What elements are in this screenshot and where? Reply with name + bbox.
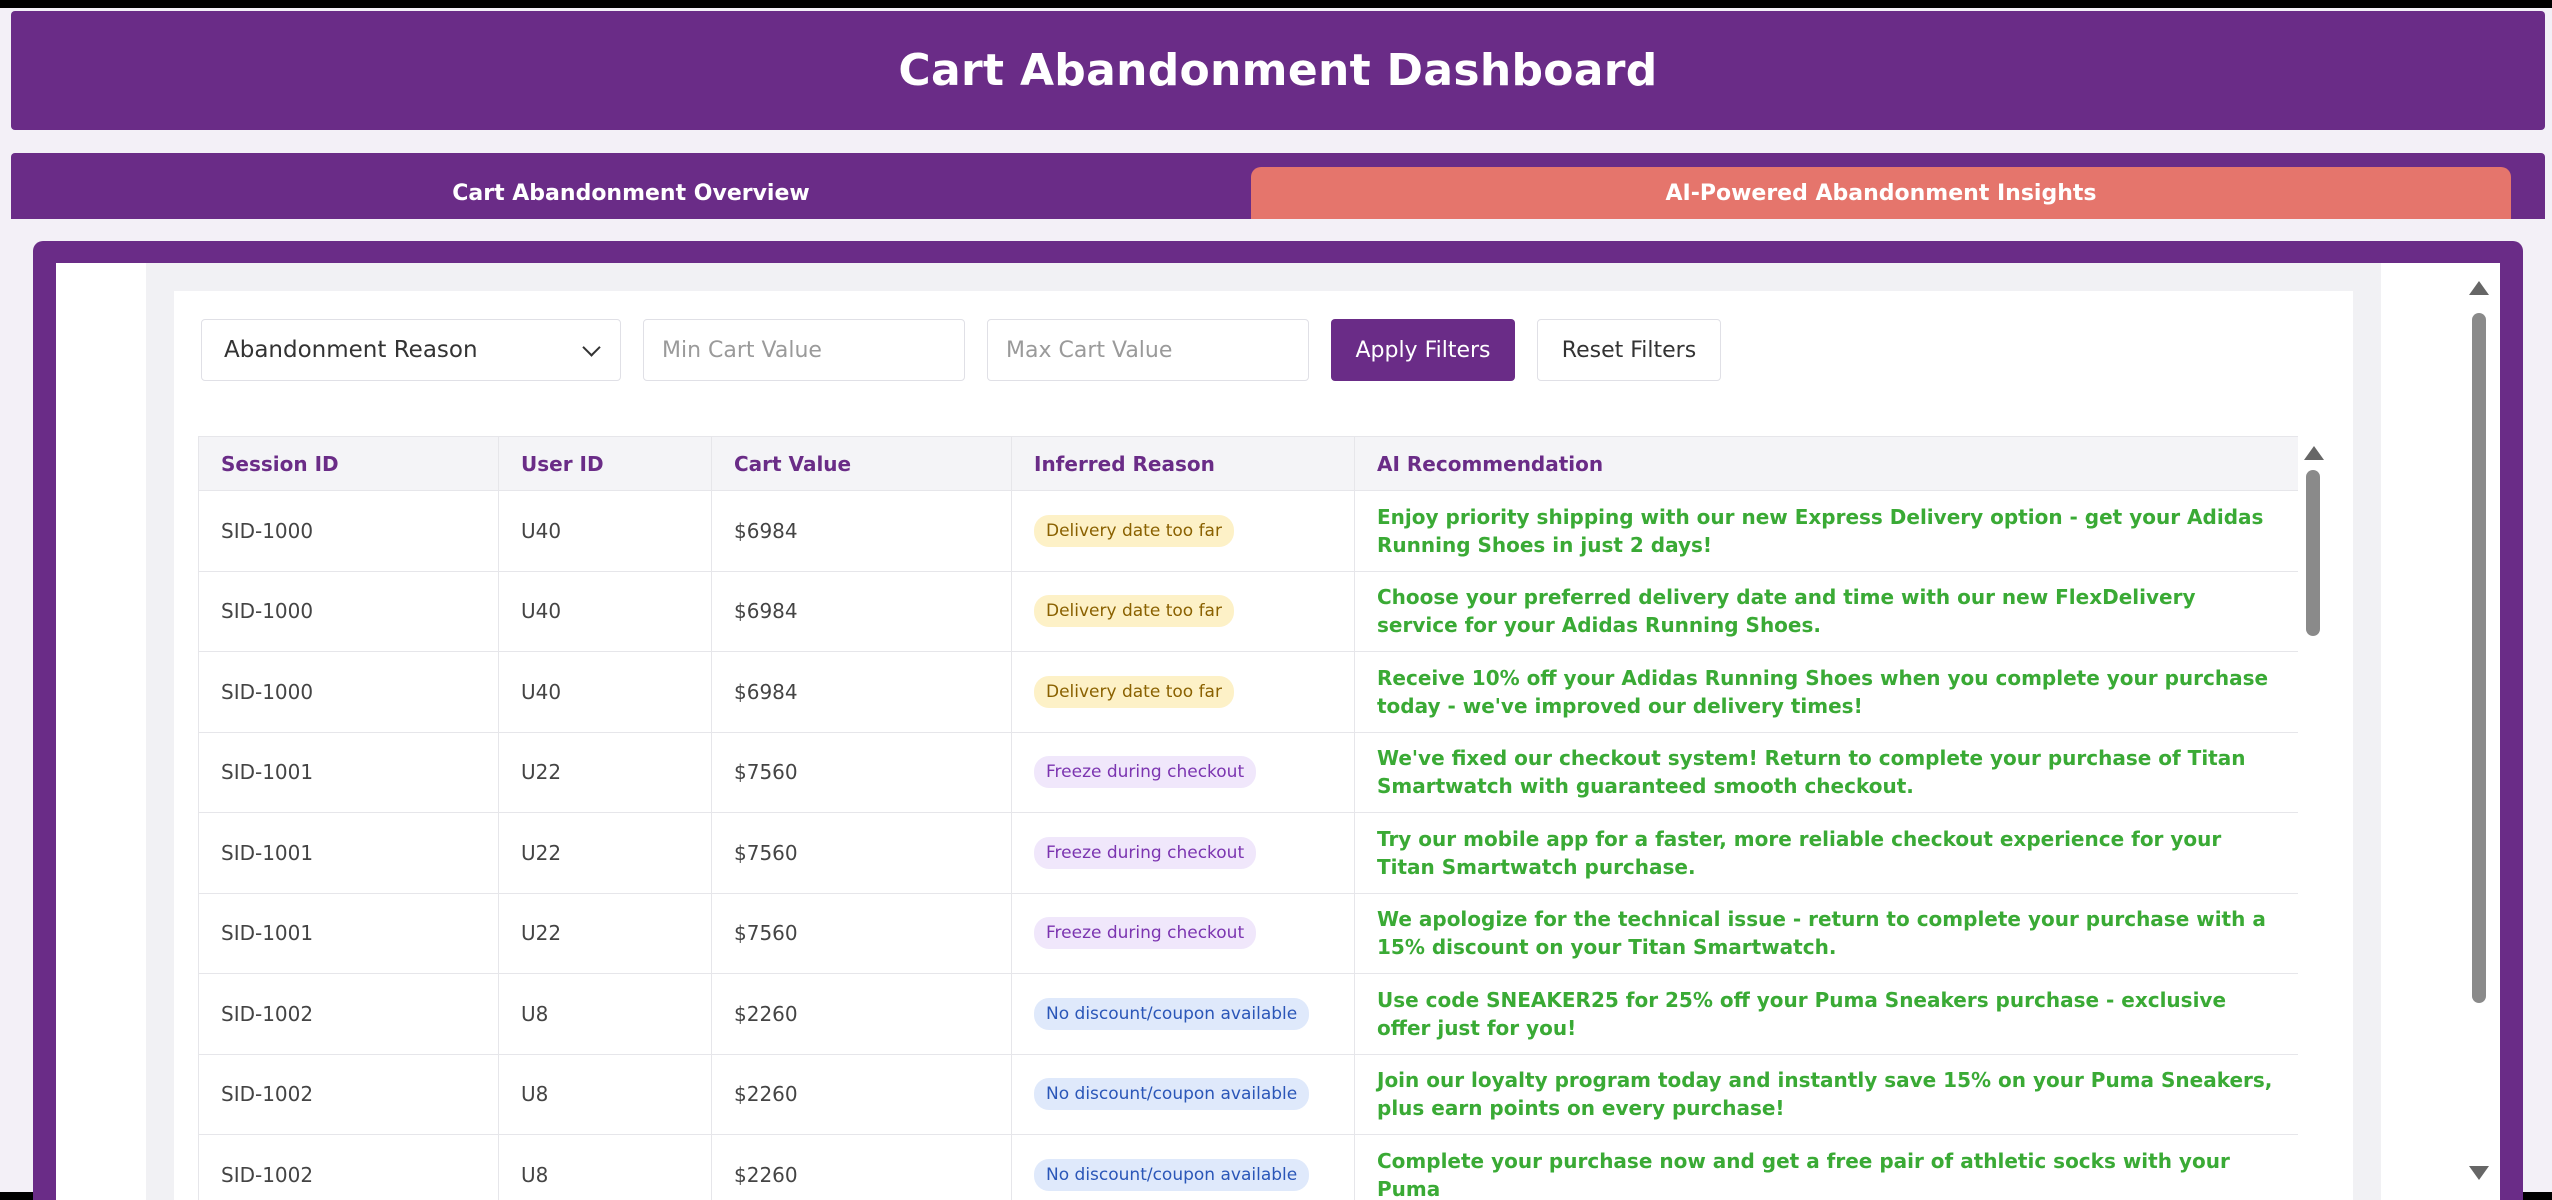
cell-session-id: SID-1002 — [199, 1135, 499, 1200]
cell-user-id: U22 — [499, 732, 712, 813]
reason-badge: Delivery date too far — [1034, 515, 1234, 547]
cell-cart-value: $7560 — [712, 893, 1012, 974]
table-scrollbar[interactable] — [2298, 436, 2328, 1200]
tab-bar: Cart Abandonment Overview AI-Powered Aba… — [11, 153, 2545, 219]
cell-session-id: SID-1001 — [199, 813, 499, 894]
scroll-up-icon[interactable] — [2469, 281, 2489, 295]
tab-ai-insights[interactable]: AI-Powered Abandonment Insights — [1251, 167, 2511, 219]
insights-table-container: Session ID User ID Cart Value Inferred R… — [198, 436, 2298, 1200]
cell-ai-recommendation: Choose your preferred delivery date and … — [1355, 571, 2299, 652]
cell-ai-recommendation: Join our loyalty program today and insta… — [1355, 1054, 2299, 1135]
cell-inferred-reason: Delivery date too far — [1012, 491, 1355, 572]
scroll-up-icon[interactable] — [2304, 446, 2324, 460]
table-row[interactable]: SID-1002U8$2260 No discount/coupon availa… — [199, 1135, 2299, 1200]
content-area: Abandonment Reason Apply Filters Reset F… — [56, 263, 2500, 1200]
table-row[interactable]: SID-1001U22$7560 Freeze during checkout We… — [199, 893, 2299, 974]
column-header-inferred-reason[interactable]: Inferred Reason — [1012, 437, 1355, 491]
max-cart-value-input[interactable] — [987, 319, 1309, 381]
reason-badge: No discount/coupon available — [1034, 998, 1309, 1030]
app-frame: Cart Abandonment Dashboard Cart Abandonm… — [0, 8, 2552, 1192]
table-body: SID-1000U40$6984 Delivery date too far Enj… — [199, 491, 2299, 1200]
tab-overview[interactable]: Cart Abandonment Overview — [11, 167, 1251, 219]
cell-inferred-reason: Delivery date too far — [1012, 571, 1355, 652]
filter-bar: Abandonment Reason Apply Filters Reset F… — [201, 319, 1721, 381]
table-row[interactable]: SID-1002U8$2260 No discount/coupon availa… — [199, 1054, 2299, 1135]
cell-session-id: SID-1001 — [199, 893, 499, 974]
reason-badge: No discount/coupon available — [1034, 1159, 1309, 1191]
page-scrollbar[interactable] — [2459, 263, 2500, 1200]
table-row[interactable]: SID-1001U22$7560 Freeze during checkout Tr… — [199, 813, 2299, 894]
cell-user-id: U8 — [499, 974, 712, 1055]
cell-cart-value: $7560 — [712, 813, 1012, 894]
page-title: Cart Abandonment Dashboard — [898, 45, 1657, 96]
dashboard-header: Cart Abandonment Dashboard — [11, 11, 2545, 130]
column-header-cart-value[interactable]: Cart Value — [712, 437, 1012, 491]
table-row[interactable]: SID-1000U40$6984 Delivery date too far Enj… — [199, 491, 2299, 572]
cell-inferred-reason: Freeze during checkout — [1012, 813, 1355, 894]
reason-badge: Freeze during checkout — [1034, 837, 1256, 869]
cell-inferred-reason: No discount/coupon available — [1012, 1054, 1355, 1135]
cell-user-id: U40 — [499, 652, 712, 733]
cell-inferred-reason: Delivery date too far — [1012, 652, 1355, 733]
cell-cart-value: $6984 — [712, 652, 1012, 733]
min-cart-value-input[interactable] — [643, 319, 965, 381]
cell-cart-value: $6984 — [712, 571, 1012, 652]
page-scrollbar-thumb[interactable] — [2472, 313, 2486, 1003]
cell-cart-value: $2260 — [712, 1135, 1012, 1200]
scroll-down-icon[interactable] — [2469, 1166, 2489, 1180]
reason-badge: No discount/coupon available — [1034, 1078, 1309, 1110]
cell-user-id: U22 — [499, 813, 712, 894]
column-header-ai-recommendation[interactable]: AI Recommendation — [1355, 437, 2299, 491]
cell-session-id: SID-1002 — [199, 974, 499, 1055]
cell-cart-value: $6984 — [712, 491, 1012, 572]
select-value: Abandonment Reason — [224, 337, 478, 363]
table-scrollbar-thumb[interactable] — [2306, 470, 2320, 636]
cell-ai-recommendation: Enjoy priority shipping with our new Exp… — [1355, 491, 2299, 572]
content-panel: Abandonment Reason Apply Filters Reset F… — [33, 241, 2523, 1200]
cell-ai-recommendation: Receive 10% off your Adidas Running Shoe… — [1355, 652, 2299, 733]
cell-cart-value: $2260 — [712, 974, 1012, 1055]
reason-badge: Freeze during checkout — [1034, 917, 1256, 949]
table-row[interactable]: SID-1002U8$2260 No discount/coupon availa… — [199, 974, 2299, 1055]
abandonment-reason-select[interactable]: Abandonment Reason — [201, 319, 621, 381]
reason-badge: Freeze during checkout — [1034, 756, 1256, 788]
cell-ai-recommendation: Use code SNEAKER25 for 25% off your Puma… — [1355, 974, 2299, 1055]
cell-ai-recommendation: Try our mobile app for a faster, more re… — [1355, 813, 2299, 894]
column-header-user-id[interactable]: User ID — [499, 437, 712, 491]
cell-inferred-reason: No discount/coupon available — [1012, 1135, 1355, 1200]
cell-inferred-reason: Freeze during checkout — [1012, 732, 1355, 813]
cell-session-id: SID-1000 — [199, 491, 499, 572]
reason-badge: Delivery date too far — [1034, 595, 1234, 627]
cell-inferred-reason: No discount/coupon available — [1012, 974, 1355, 1055]
cell-session-id: SID-1000 — [199, 652, 499, 733]
cell-ai-recommendation: We apologize for the technical issue - r… — [1355, 893, 2299, 974]
chevron-down-icon — [582, 338, 600, 356]
table-row[interactable]: SID-1001U22$7560 Freeze during checkout We… — [199, 732, 2299, 813]
insights-card: Abandonment Reason Apply Filters Reset F… — [174, 291, 2353, 1200]
cell-inferred-reason: Freeze during checkout — [1012, 893, 1355, 974]
cell-user-id: U22 — [499, 893, 712, 974]
cell-cart-value: $7560 — [712, 732, 1012, 813]
table-row[interactable]: SID-1000U40$6984 Delivery date too far Rec… — [199, 652, 2299, 733]
cell-user-id: U40 — [499, 571, 712, 652]
cell-cart-value: $2260 — [712, 1054, 1012, 1135]
cell-ai-recommendation: We've fixed our checkout system! Return … — [1355, 732, 2299, 813]
cell-session-id: SID-1000 — [199, 571, 499, 652]
table-row[interactable]: SID-1000U40$6984 Delivery date too far Cho… — [199, 571, 2299, 652]
cell-user-id: U8 — [499, 1054, 712, 1135]
cell-user-id: U8 — [499, 1135, 712, 1200]
cell-session-id: SID-1002 — [199, 1054, 499, 1135]
cell-user-id: U40 — [499, 491, 712, 572]
column-header-session-id[interactable]: Session ID — [199, 437, 499, 491]
reason-badge: Delivery date too far — [1034, 676, 1234, 708]
cell-ai-recommendation: Complete your purchase now and get a fre… — [1355, 1135, 2299, 1200]
table-header-row: Session ID User ID Cart Value Inferred R… — [199, 437, 2299, 491]
cell-session-id: SID-1001 — [199, 732, 499, 813]
insights-table: Session ID User ID Cart Value Inferred R… — [198, 436, 2298, 1200]
reset-filters-button[interactable]: Reset Filters — [1537, 319, 1721, 381]
apply-filters-button[interactable]: Apply Filters — [1331, 319, 1515, 381]
